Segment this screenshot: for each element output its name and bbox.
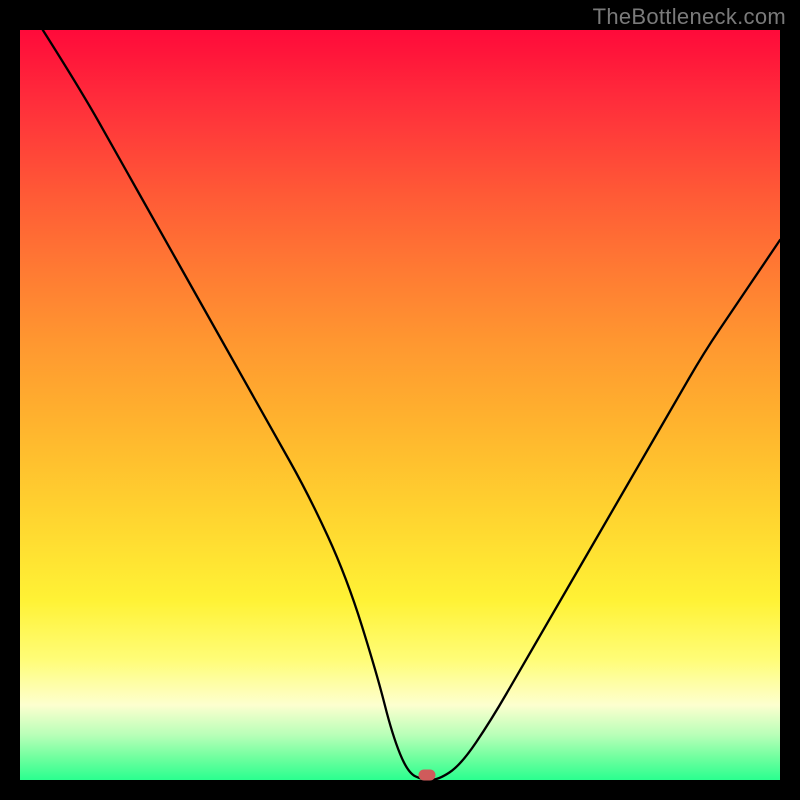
- chart-frame: TheBottleneck.com: [0, 0, 800, 800]
- plot-area: [20, 30, 780, 780]
- curve-svg: [20, 30, 780, 780]
- bottleneck-marker: [418, 770, 435, 781]
- bottleneck-curve: [43, 30, 780, 780]
- watermark-text: TheBottleneck.com: [593, 4, 786, 30]
